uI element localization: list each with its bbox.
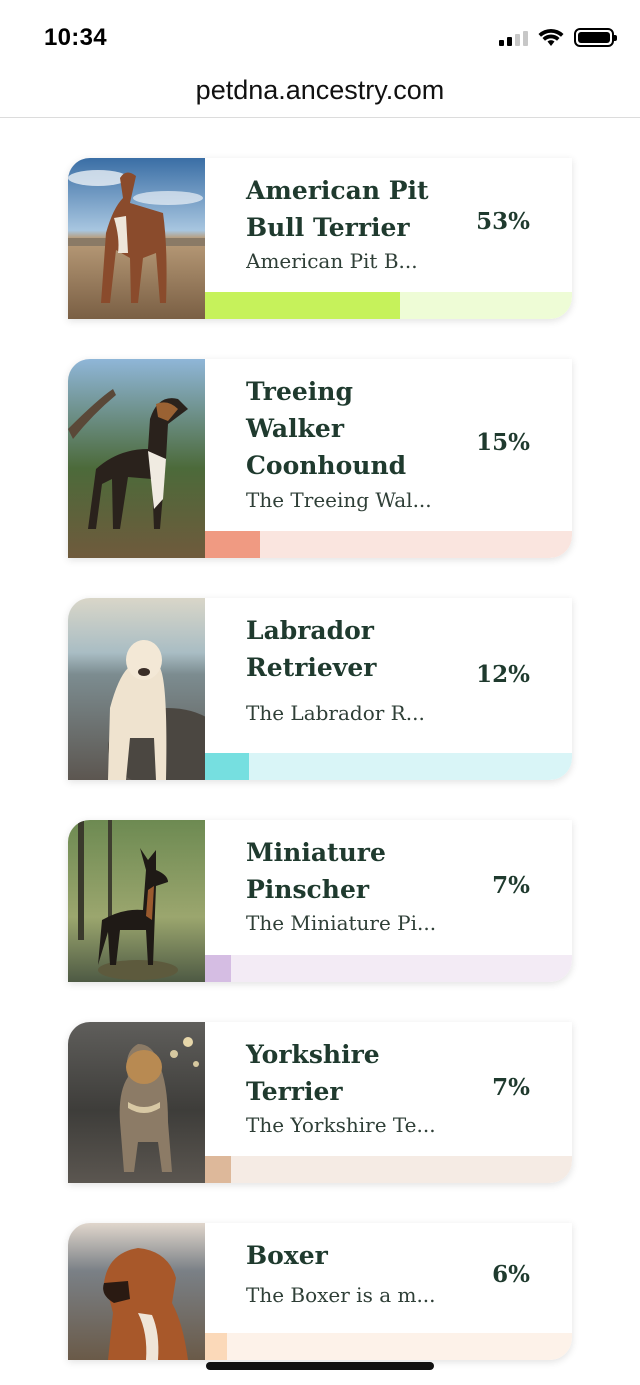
breed-description: The Labrador R... (246, 701, 425, 725)
breed-description: The Treeing Wal... (246, 488, 432, 512)
breed-photo (68, 1022, 205, 1183)
ancestry-bar (205, 1333, 572, 1360)
breed-name: Treeing Walker Coonhound (246, 377, 407, 480)
breed-description: American Pit B... (246, 249, 418, 273)
breed-photo (68, 820, 205, 982)
status-icons (499, 28, 617, 47)
ancestry-bar (205, 292, 572, 319)
ancestry-bar (205, 955, 572, 982)
battery-icon (574, 28, 617, 47)
status-time: 10:34 (44, 24, 107, 51)
breed-description: The Yorkshire Te... (246, 1113, 436, 1137)
breed-name: American Pit Bull Terrier (246, 176, 429, 242)
ancestry-bar-fill (205, 955, 231, 982)
ancestry-bar-fill (205, 1333, 228, 1360)
breed-photo (68, 158, 205, 319)
breed-percent: 7% (492, 1074, 530, 1101)
ancestry-bar (205, 531, 572, 558)
home-indicator[interactable] (206, 1362, 434, 1370)
breed-percent: 15% (476, 429, 530, 456)
ancestry-bar-fill (205, 753, 250, 780)
breed-percent: 53% (476, 208, 530, 235)
breed-photo (68, 598, 205, 780)
url-text: petdna.ancestry.com (195, 75, 445, 105)
wifi-icon (538, 28, 564, 46)
breed-card[interactable]: Labrador Retriever The Labrador R... 12% (68, 598, 572, 780)
breed-card[interactable]: American Pit Bull Terrier American Pit B… (68, 158, 572, 319)
ancestry-bar (205, 753, 572, 780)
breed-card[interactable]: Yorkshire Terrier The Yorkshire Te... 7% (68, 1022, 572, 1183)
breed-card[interactable]: Treeing Walker Coonhound The Treeing Wal… (68, 359, 572, 558)
breed-name: Miniature Pinscher (246, 838, 386, 904)
breed-photo (68, 1223, 205, 1360)
breed-description: The Miniature Pi... (246, 911, 437, 935)
browser-url-bar[interactable]: petdna.ancestry.com (0, 70, 640, 118)
breed-card[interactable]: Boxer The Boxer is a m... 6% (68, 1223, 572, 1360)
breed-percent: 12% (476, 661, 530, 688)
ancestry-bar-fill (205, 531, 261, 558)
breed-card[interactable]: Miniature Pinscher The Miniature Pi... 7… (68, 820, 572, 982)
breed-name: Yorkshire Terrier (246, 1040, 380, 1106)
breed-percent: 6% (492, 1261, 530, 1288)
breed-name: Labrador Retriever (246, 616, 377, 682)
breed-description: The Boxer is a m... (246, 1283, 436, 1307)
breed-percent: 7% (492, 872, 530, 899)
ancestry-bar (205, 1156, 572, 1183)
breed-photo (68, 359, 205, 558)
ancestry-bar-fill (205, 1156, 231, 1183)
cellular-signal-icon (499, 30, 528, 46)
status-bar: 10:34 (0, 0, 640, 70)
breed-name: Boxer (246, 1241, 328, 1270)
ancestry-bar-fill (205, 292, 400, 319)
